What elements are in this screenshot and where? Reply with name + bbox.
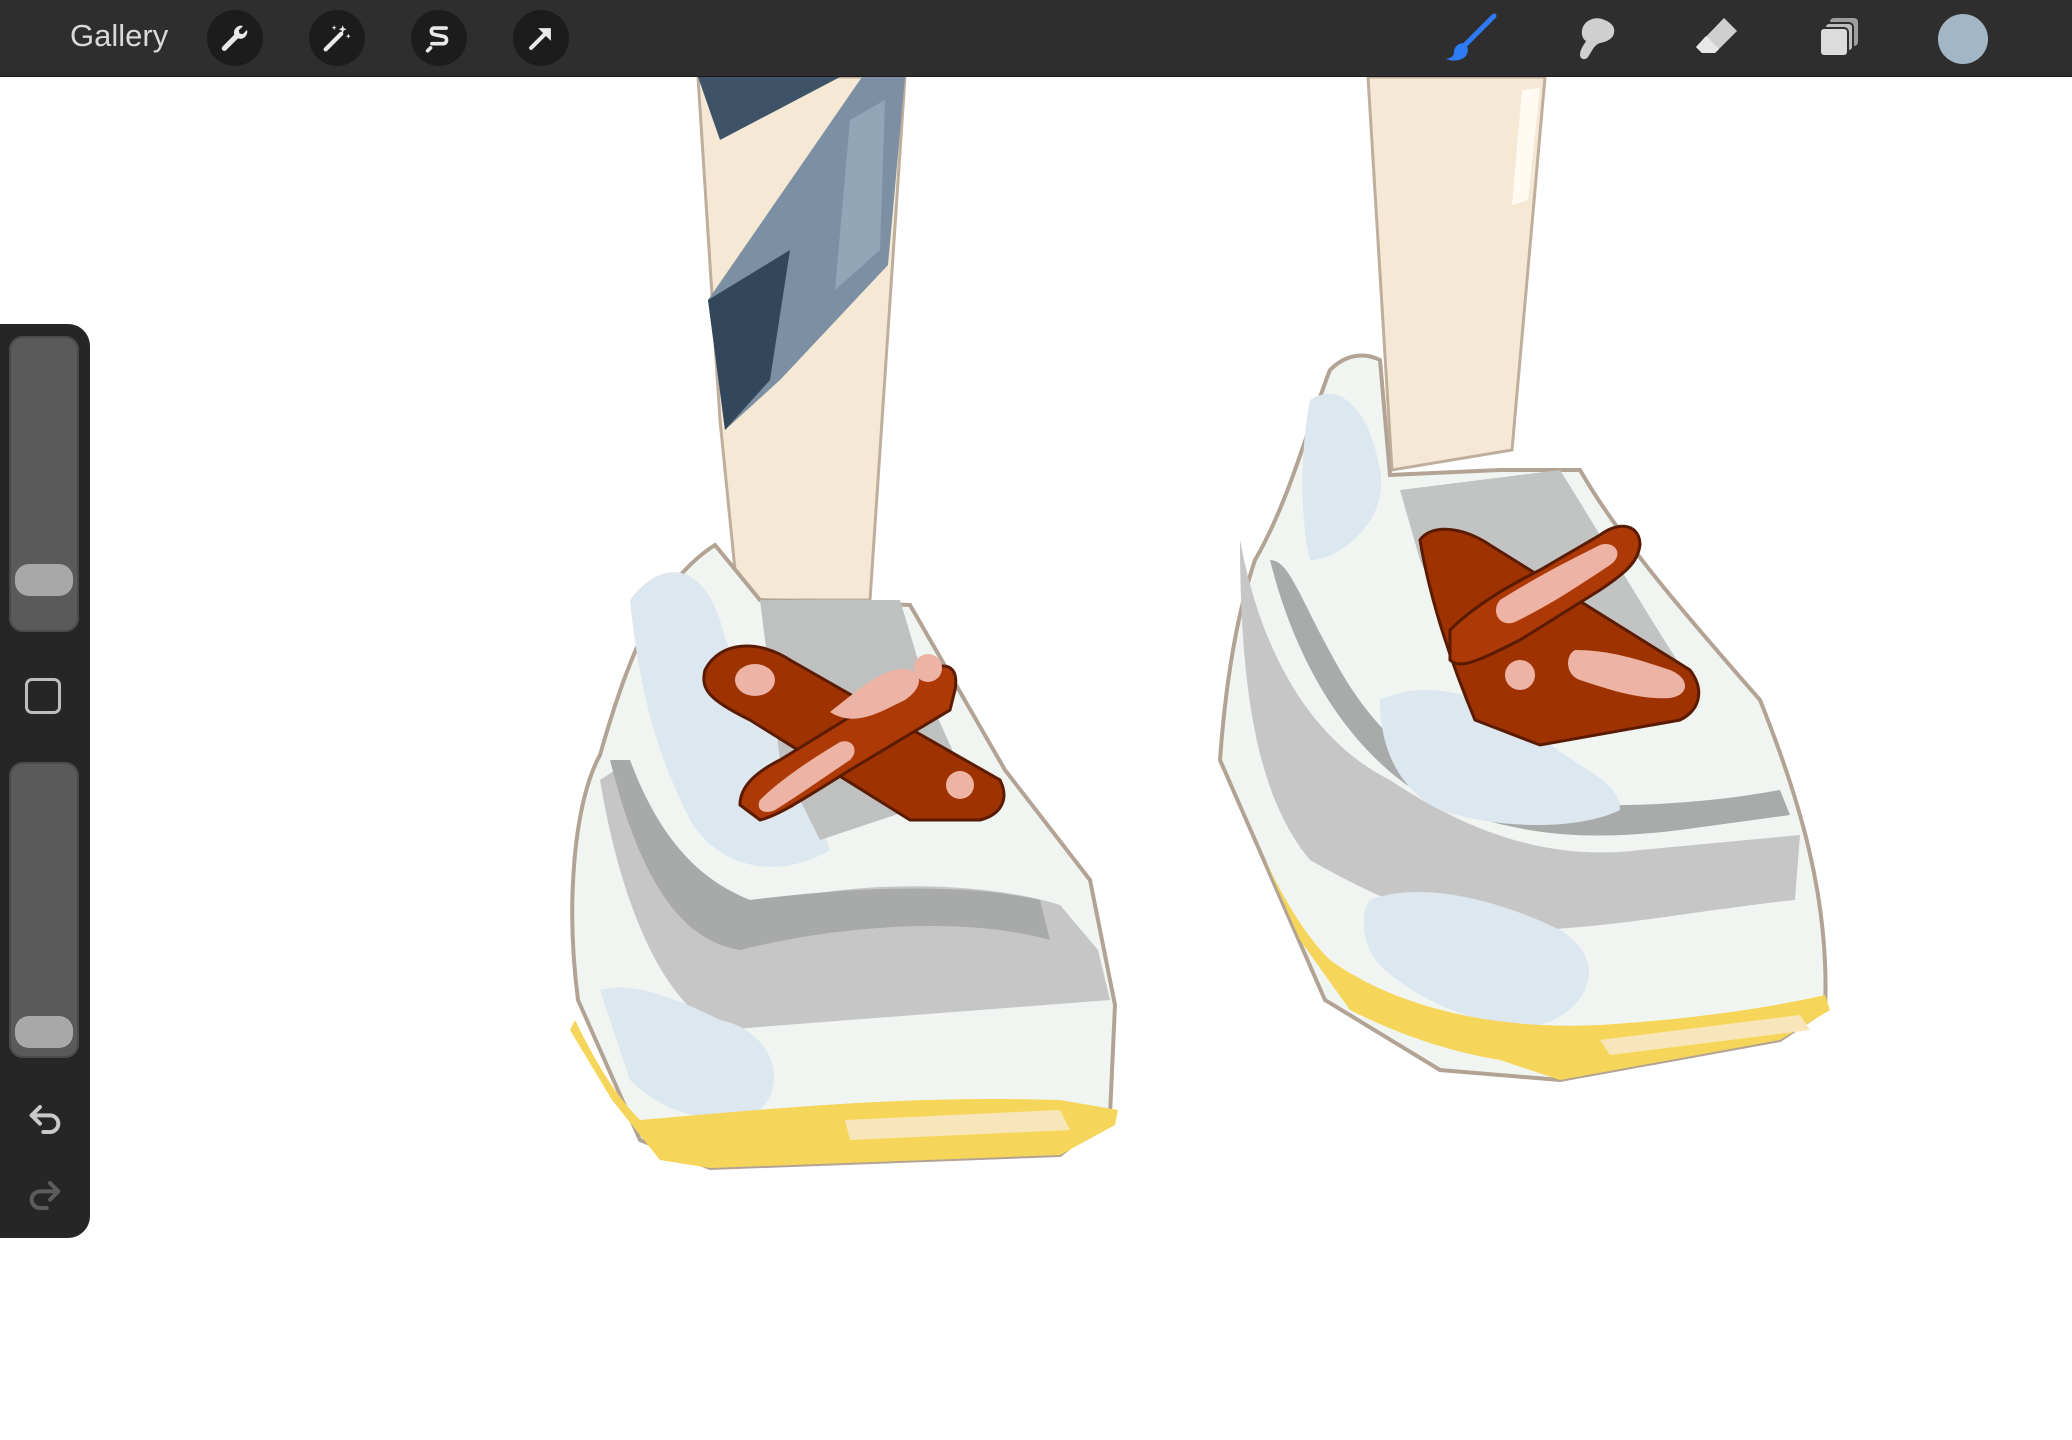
smudge-tool-button[interactable] [1567, 12, 1623, 64]
transform-arrow-icon [529, 28, 551, 50]
modifier-button[interactable] [25, 678, 61, 714]
brush-icon [1446, 13, 1497, 61]
gallery-button[interactable]: Gallery [70, 18, 168, 54]
eraser-tool-button[interactable] [1689, 12, 1745, 64]
layers-button[interactable] [1812, 12, 1868, 64]
eraser-icon [1696, 18, 1737, 53]
actions-button[interactable] [207, 10, 263, 66]
selection-icon [425, 26, 449, 53]
left-sidebar [0, 324, 90, 1238]
adjustments-button[interactable] [309, 10, 365, 66]
brush-size-knob[interactable] [15, 564, 73, 596]
drawing-canvas[interactable] [0, 77, 2072, 1440]
magic-wand-icon [323, 25, 351, 52]
wrench-icon [221, 25, 248, 51]
opacity-slider[interactable] [9, 762, 79, 1058]
undo-icon [29, 1105, 61, 1134]
smudge-icon [1580, 18, 1615, 60]
redo-icon [29, 1181, 61, 1210]
opacity-knob[interactable] [15, 1016, 73, 1048]
transform-button[interactable] [513, 10, 569, 66]
top-toolbar: Gallery [0, 0, 2072, 77]
undo-button[interactable] [22, 1094, 68, 1140]
redo-button[interactable] [22, 1170, 68, 1216]
selection-button[interactable] [411, 10, 467, 66]
layers-icon [1819, 18, 1858, 57]
color-picker-button[interactable] [1938, 14, 1988, 64]
brush-size-slider[interactable] [9, 336, 79, 632]
left-leg [696, 77, 907, 602]
brush-tool-button[interactable] [1443, 12, 1499, 64]
